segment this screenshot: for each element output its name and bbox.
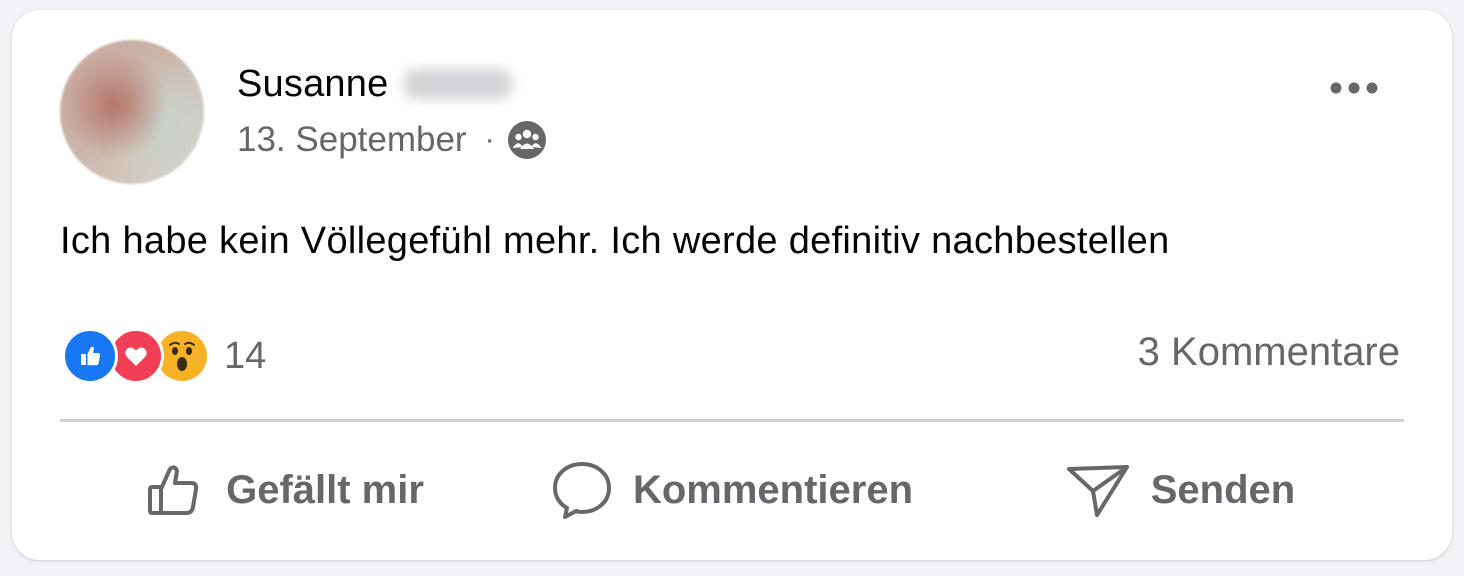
comment-bubble-icon [552, 462, 611, 519]
more-options-button[interactable] [1322, 70, 1386, 106]
meta-separator: · [484, 123, 495, 156]
send-button[interactable]: Senden [956, 450, 1404, 530]
post-date[interactable]: 13. September [237, 120, 467, 160]
action-bar: Gefällt mir Kommentieren Senden [60, 450, 1404, 530]
like-button-label: Gefällt mir [226, 467, 424, 512]
like-button[interactable]: Gefällt mir [60, 450, 508, 530]
like-reaction-icon [62, 328, 118, 384]
thumbs-up-icon [148, 465, 199, 515]
reaction-count: 14 [224, 334, 267, 377]
send-button-label: Senden [1150, 467, 1296, 512]
group-icon [507, 120, 547, 160]
send-icon [1066, 465, 1129, 517]
post-meta: 13. September · [237, 118, 547, 162]
reactions-summary[interactable]: 14 [62, 328, 266, 384]
comment-button-label: Kommentieren [632, 467, 914, 512]
post-text: Ich habe kein Völlegefühl mehr. Ich werd… [60, 220, 1170, 262]
author-row: Susanne [237, 60, 513, 108]
author-name[interactable]: Susanne [237, 63, 388, 106]
comments-count-link[interactable]: 3 Kommentare [1138, 330, 1400, 375]
divider [60, 419, 1404, 422]
author-lastname-redacted [404, 69, 513, 99]
avatar[interactable] [60, 40, 204, 184]
comment-button[interactable]: Kommentieren [508, 450, 956, 530]
post-card: Susanne 13. September · Ich habe kein Vö… [12, 10, 1452, 560]
more-horizontal-icon [1330, 82, 1378, 94]
